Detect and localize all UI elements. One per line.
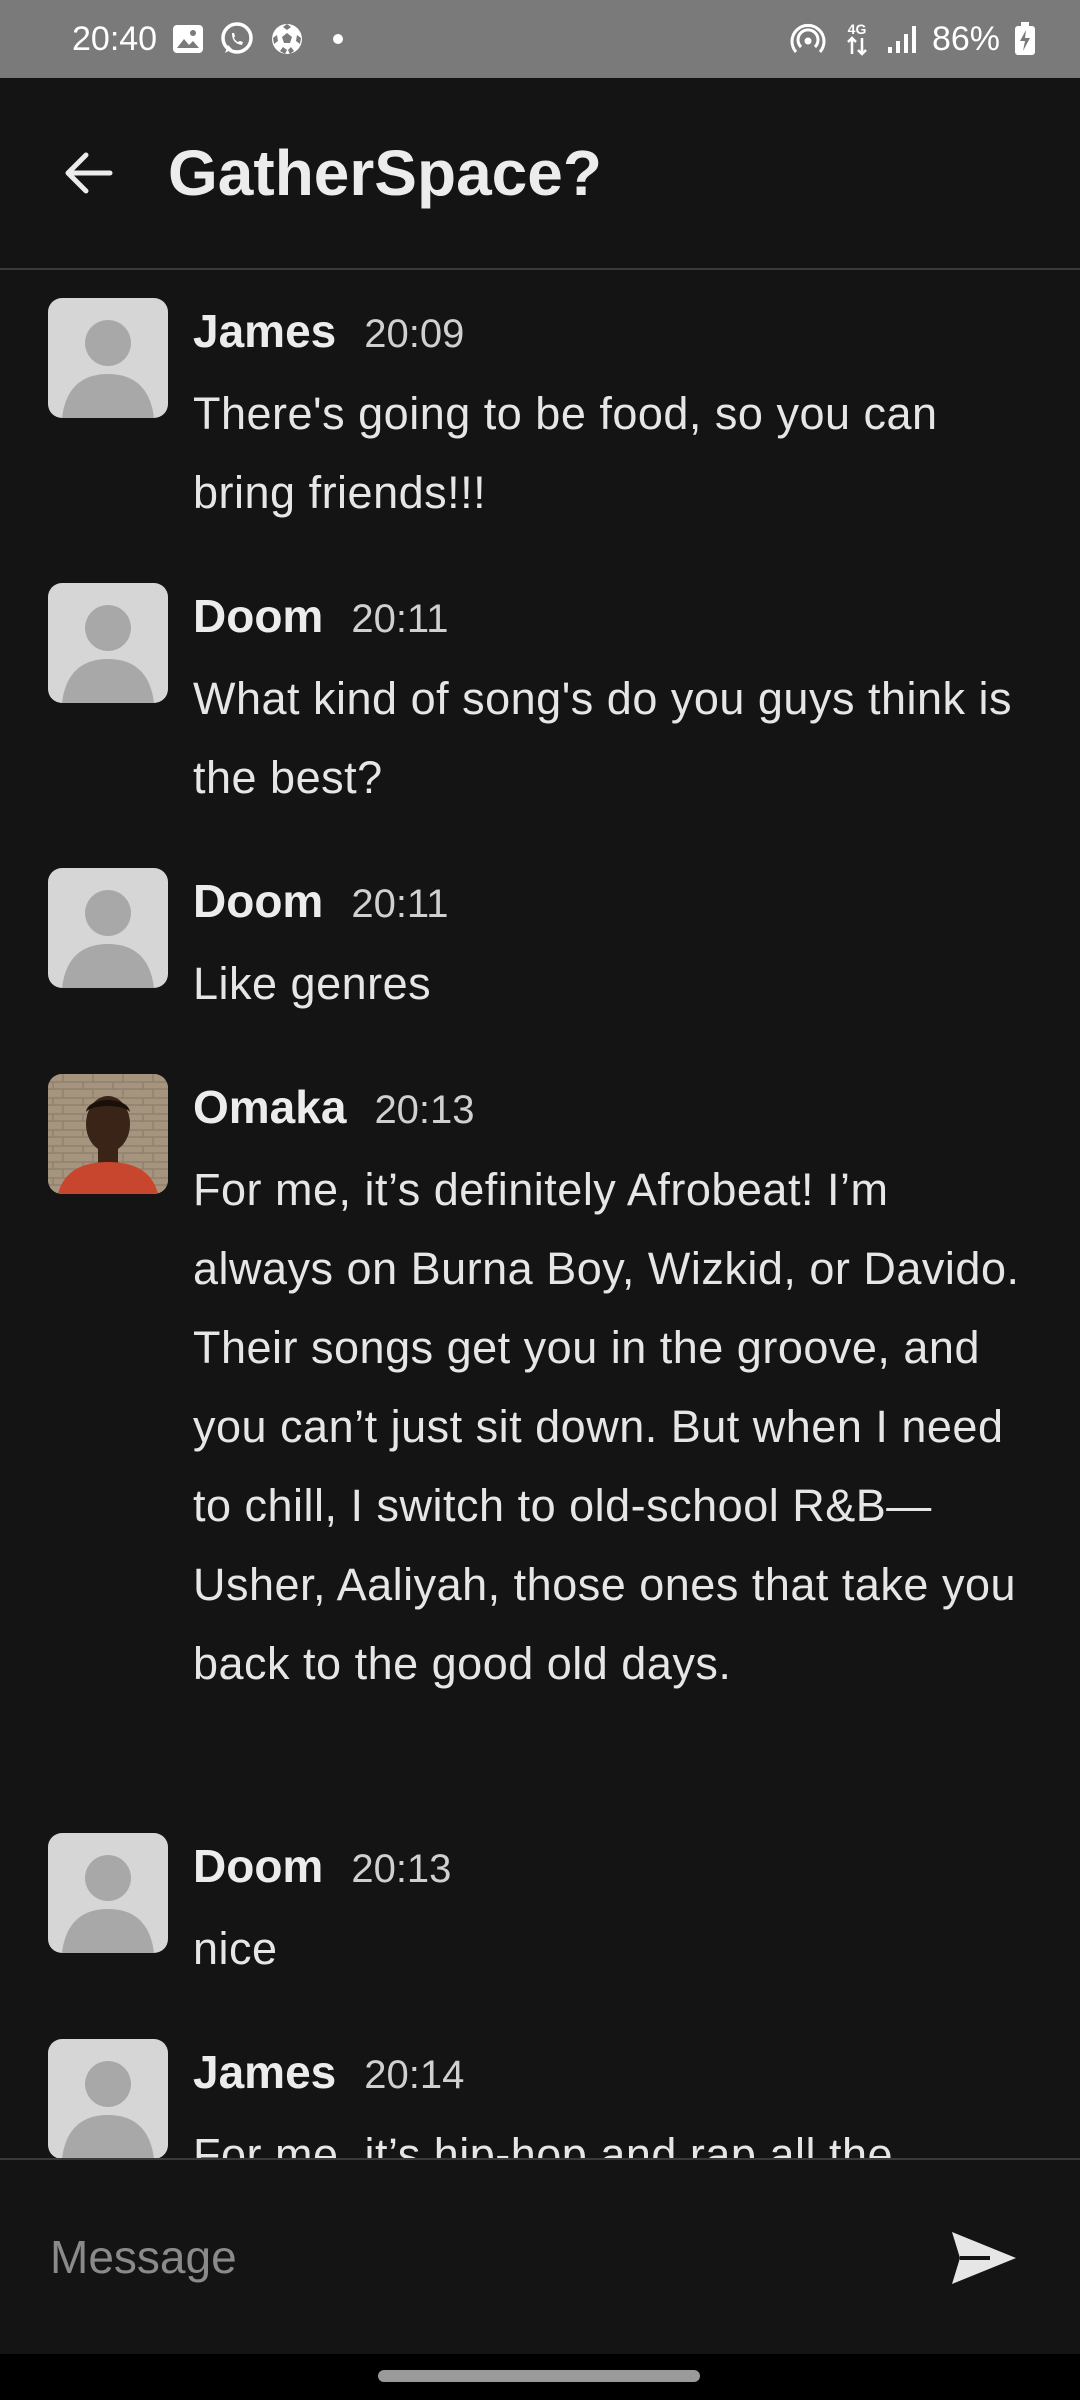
sender-name[interactable]: Doom [193, 1839, 323, 1893]
battery-percent: 86% [931, 19, 1000, 58]
message-text: There's going to be food, so you can bri… [193, 388, 938, 518]
avatar[interactable] [48, 868, 168, 988]
battery-charging-icon [1014, 22, 1036, 56]
message-time: 20:11 [351, 882, 449, 926]
default-avatar-icon [62, 2061, 154, 2158]
whatsapp-icon [219, 21, 255, 57]
default-avatar-icon [62, 890, 154, 988]
hotspot-icon [788, 21, 828, 57]
sender-name[interactable]: Doom [193, 589, 323, 643]
default-avatar-icon [62, 605, 154, 703]
svg-text:4G: 4G [848, 21, 867, 37]
message-composer [0, 2158, 1080, 2354]
default-avatar-icon [62, 320, 154, 418]
avatar[interactable] [48, 1833, 168, 1953]
send-icon [952, 2232, 1016, 2284]
app-bar: GatherSpace? [0, 78, 1080, 270]
avatar[interactable] [48, 1074, 168, 1194]
message-input[interactable] [48, 2216, 852, 2298]
message-time: 20:13 [351, 1847, 452, 1891]
sender-name[interactable]: James [193, 304, 336, 358]
message-text: Like genres [193, 958, 432, 1009]
home-gesture-handle[interactable] [378, 2370, 700, 2382]
send-button[interactable] [944, 2218, 1024, 2298]
message-list[interactable]: James 20:09 There's going to be food, so… [0, 272, 1080, 2158]
signal-bars-icon [886, 23, 918, 55]
message-text: What kind of song's do you guys think is… [193, 673, 1013, 803]
notification-dot-icon [333, 34, 344, 44]
status-time: 20:40 [72, 19, 158, 58]
gallery-icon [171, 22, 205, 56]
sender-name[interactable]: James [193, 2045, 336, 2099]
default-avatar-icon [62, 1855, 154, 1953]
sender-name[interactable]: Doom [193, 874, 323, 928]
network-4g-icon: 4G [842, 20, 872, 58]
message-time: 20:11 [351, 597, 449, 641]
avatar[interactable] [48, 2039, 168, 2158]
chat-title: GatherSpace? [168, 137, 602, 209]
avatar[interactable] [48, 583, 168, 703]
back-button[interactable] [32, 117, 144, 229]
message-time: 20:13 [374, 1088, 475, 1132]
navigation-bar [0, 2354, 1080, 2400]
message-text: nice [193, 1923, 278, 1974]
sender-name[interactable]: Omaka [193, 1080, 346, 1134]
avatar[interactable] [48, 298, 168, 418]
profile-photo-icon [48, 1074, 168, 1194]
arrow-left-icon [65, 152, 113, 194]
soccer-ball-icon [269, 21, 305, 57]
message-text: For me, it’s hip-hop and rap all the [193, 2129, 894, 2158]
message-time: 20:09 [364, 312, 465, 356]
message-time: 20:14 [364, 2053, 465, 2097]
status-bar: 20:40 4G 86% [0, 0, 1080, 78]
message-text: For me, it’s definitely Afrobeat! I’m al… [193, 1164, 1020, 1689]
